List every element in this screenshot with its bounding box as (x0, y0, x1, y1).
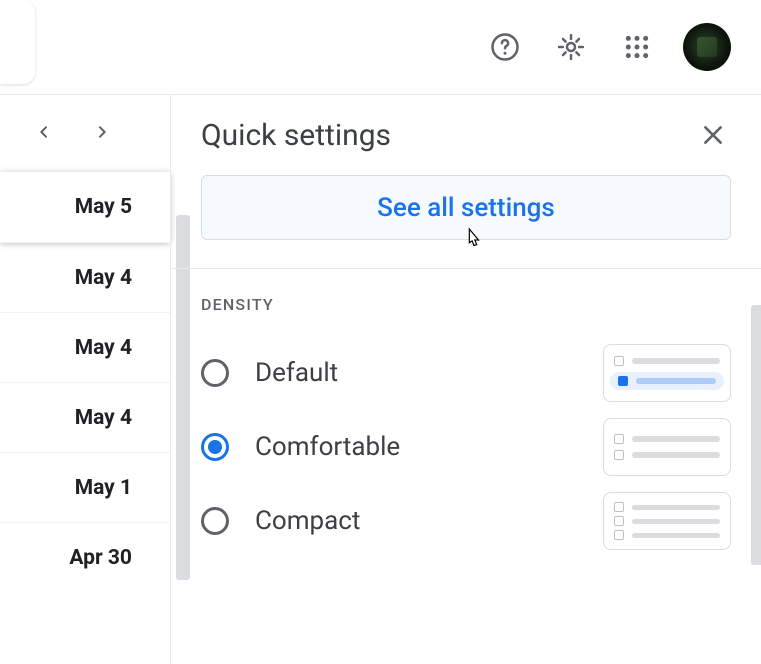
close-icon[interactable] (695, 117, 731, 153)
density-option[interactable]: Default (201, 336, 731, 410)
date-item[interactable]: May 4 (0, 312, 170, 382)
density-option[interactable]: Comfortable (201, 410, 731, 484)
quick-settings-panel: Quick settings See all settings DENSITY … (170, 95, 761, 664)
density-section-label: DENSITY (201, 295, 731, 314)
date-item[interactable]: May 5 (0, 172, 170, 242)
density-preview (603, 344, 731, 402)
radio-button[interactable] (201, 433, 229, 461)
density-option-label: Comfortable (255, 432, 603, 462)
density-preview (603, 418, 731, 476)
topbar (0, 0, 761, 95)
panel-title: Quick settings (201, 118, 391, 153)
radio-button[interactable] (201, 359, 229, 387)
density-option[interactable]: Compact (201, 484, 731, 558)
see-all-settings-button[interactable]: See all settings (201, 175, 731, 240)
radio-button[interactable] (201, 507, 229, 535)
cursor-icon (462, 227, 484, 253)
gear-icon[interactable] (551, 27, 591, 67)
date-item[interactable]: May 1 (0, 452, 170, 522)
date-item[interactable]: May 4 (0, 382, 170, 452)
help-icon[interactable] (485, 27, 525, 67)
prev-page-button[interactable] (32, 120, 56, 144)
apps-grid-icon[interactable] (617, 27, 657, 67)
search-box-edge[interactable] (0, 0, 35, 84)
scrollbar[interactable] (751, 305, 761, 565)
density-option-label: Default (255, 358, 603, 388)
date-sidebar: May 5May 4May 4May 4May 1Apr 30 (0, 95, 170, 664)
avatar[interactable] (683, 23, 731, 71)
date-item[interactable]: Apr 30 (0, 522, 170, 592)
see-all-settings-label: See all settings (377, 193, 555, 223)
date-item[interactable]: May 4 (0, 242, 170, 312)
next-page-button[interactable] (90, 120, 114, 144)
density-option-label: Compact (255, 506, 603, 536)
density-preview (603, 492, 731, 550)
